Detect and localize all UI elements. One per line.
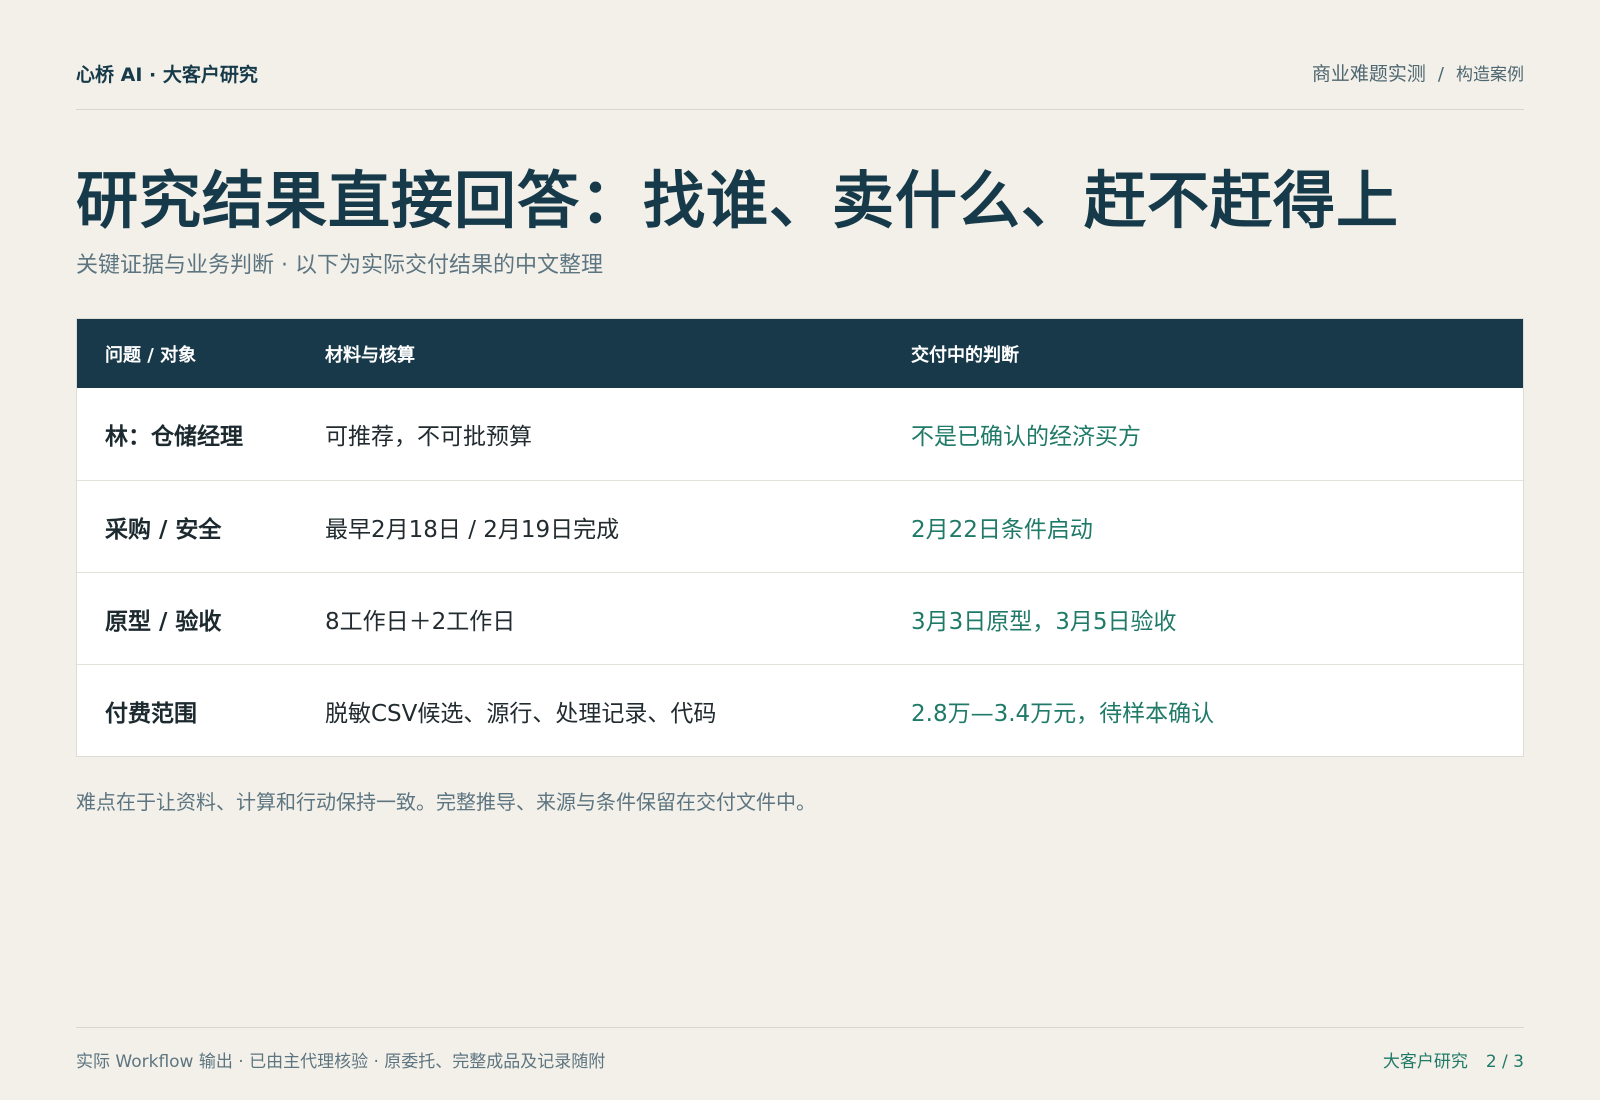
header-bar: 心桥 AI · 大客户研究 商业难题实测 / 构造案例 (76, 0, 1524, 110)
row-material: 脱敏CSV候选、源行、处理记录、代码 (325, 700, 717, 727)
table-body: 林：仓储经理 可推荐，不可批预算 不是已确认的经济买方 采购 / 安全 最早2月… (77, 388, 1523, 756)
table-row: 采购 / 安全 最早2月18日 / 2月19日完成 2月22日条件启动 (77, 480, 1523, 572)
row-judgement: 3月3日原型，3月5日验收 (911, 608, 1177, 635)
row-label: 付费范围 (105, 700, 197, 727)
table-header: 问题 / 对象 材料与核算 交付中的判断 (77, 319, 1523, 388)
footnote: 难点在于让资料、计算和行动保持一致。完整推导、来源与条件保留在交付文件中。 (76, 790, 816, 814)
row-label: 采购 / 安全 (105, 516, 222, 543)
case-label: 构造案例 (1456, 65, 1524, 85)
findings-table: 问题 / 对象 材料与核算 交付中的判断 林：仓储经理 可推荐，不可批预算 不是… (76, 318, 1524, 757)
row-label: 原型 / 验收 (105, 608, 222, 635)
page-title: 研究结果直接回答：找谁、卖什么、赶不赶得上 (76, 164, 1400, 237)
page-number: 2 / 3 (1485, 1052, 1524, 1072)
row-material: 最早2月18日 / 2月19日完成 (325, 516, 620, 543)
row-judgement: 2.8万—3.4万元，待样本确认 (911, 700, 1215, 727)
table-row: 付费范围 脱敏CSV候选、源行、处理记录、代码 2.8万—3.4万元，待样本确认 (77, 664, 1523, 756)
breadcrumb-separator: / (1437, 64, 1444, 85)
row-judgement: 2月22日条件启动 (911, 516, 1093, 543)
brand-title: 心桥 AI · 大客户研究 (76, 64, 258, 86)
footer-divider (76, 1027, 1524, 1028)
slide-page: 心桥 AI · 大客户研究 商业难题实测 / 构造案例 研究结果直接回答：找谁、卖什… (76, 0, 1524, 1100)
column-header-judgement: 交付中的判断 (911, 344, 1019, 366)
page-subtitle: 关键证据与业务判断 · 以下为实际交付结果的中文整理 (76, 253, 603, 278)
column-header-question: 问题 / 对象 (105, 344, 197, 366)
column-header-material: 材料与核算 (325, 344, 415, 366)
row-label: 林：仓储经理 (105, 424, 243, 450)
row-material: 8工作日＋2工作日 (325, 608, 516, 635)
table-row: 原型 / 验收 8工作日＋2工作日 3月3日原型，3月5日验收 (77, 572, 1523, 664)
footer-section-label: 大客户研究 (1382, 1052, 1468, 1072)
footer-note: 实际 Workflow 输出 · 已由主代理核验 · 原委托、完整成品及记录随附 (76, 1052, 606, 1072)
table-row: 林：仓储经理 可推荐，不可批预算 不是已确认的经济买方 (77, 388, 1523, 480)
row-material: 可推荐，不可批预算 (325, 424, 532, 450)
row-judgement: 不是已确认的经济买方 (911, 424, 1141, 450)
footer-page-info: 大客户研究 2 / 3 (1383, 1047, 1524, 1072)
section-label: 商业难题实测 (1311, 63, 1426, 85)
header-breadcrumb: 商业难题实测 / 构造案例 (1312, 59, 1524, 86)
